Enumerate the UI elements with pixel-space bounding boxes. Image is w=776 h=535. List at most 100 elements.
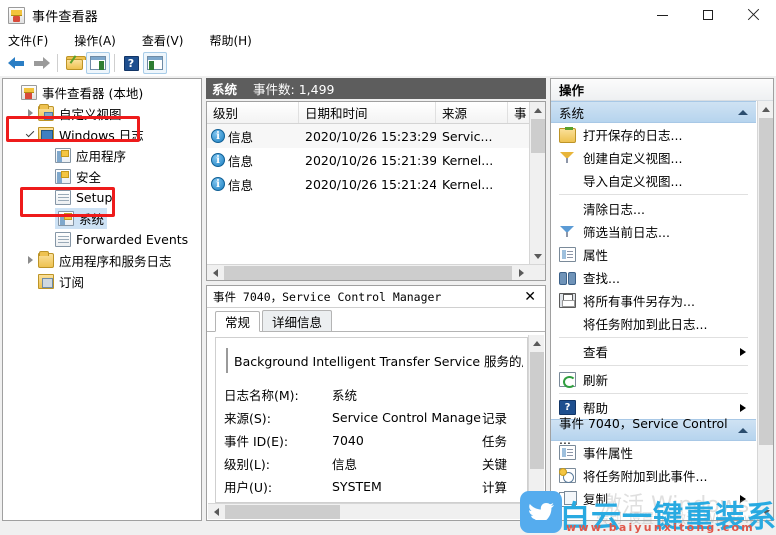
action-group-system[interactable]: 系统 [551, 101, 756, 123]
action-open-saved-log[interactable]: 打开保存的日志... [551, 123, 756, 146]
action-refresh[interactable]: 刷新 [551, 368, 756, 391]
menu-file[interactable]: 文件(F) [8, 32, 48, 49]
submenu-arrow-icon [740, 403, 746, 412]
detail-scroll-down-button[interactable] [529, 487, 545, 503]
column-source[interactable]: 来源 [436, 102, 508, 123]
action-event-properties[interactable]: 事件属性 [551, 441, 756, 464]
help-button[interactable]: ? [119, 52, 143, 74]
menu-help[interactable]: 帮助(H) [209, 32, 251, 49]
tree-item-applications-and-services-logs[interactable]: 应用程序和服务日志 [3, 250, 201, 271]
funnel-yellow-icon [559, 150, 576, 165]
detail-close-button[interactable]: ✕ [524, 289, 536, 305]
action-find[interactable]: 查找... [551, 266, 756, 289]
detail-scrollbar-thumb-h[interactable] [225, 505, 340, 519]
actions-pane-header: 操作 [551, 79, 773, 101]
action-attach-task-to-log[interactable]: 将任务附加到此日志... [551, 312, 756, 335]
tree-item-subscriptions[interactable]: 订阅 [3, 271, 201, 292]
expand-collapse-chevron-icon[interactable] [24, 128, 37, 141]
event-list-horizontal-scrollbar[interactable] [207, 264, 545, 280]
actions-scroll-down-button[interactable] [758, 504, 773, 520]
action-save-all-events-as[interactable]: 将所有事件另存为... [551, 289, 756, 312]
actions-vertical-scrollbar[interactable] [757, 101, 773, 520]
detail-scroll-up-button[interactable] [529, 335, 545, 351]
detail-vertical-scrollbar[interactable] [528, 335, 544, 503]
action-view[interactable]: 查看 [551, 340, 756, 363]
clock-task-icon [559, 468, 576, 483]
maximize-button[interactable] [685, 0, 730, 30]
tree-item-setup[interactable]: Setup [3, 187, 201, 208]
menu-bar: 文件(F) 操作(A) 查看(V) 帮助(H) [0, 30, 776, 50]
tree-item-label: 安全 [76, 170, 102, 185]
tree-item-application[interactable]: 应用程序 [3, 145, 201, 166]
submenu-arrow-icon [740, 494, 746, 503]
event-list-log-name: 系统 [212, 82, 238, 97]
tree-item-event-viewer-local[interactable]: 事件查看器 (本地) [3, 82, 201, 103]
scroll-up-button[interactable] [530, 102, 545, 118]
back-button[interactable] [5, 52, 29, 74]
action-filter-current-log[interactable]: 筛选当前日志... [551, 220, 756, 243]
tree-item-custom-views[interactable]: 自定义视图 [3, 103, 201, 124]
action-create-custom-view[interactable]: 创建自定义视图... [551, 146, 756, 169]
open-saved-log-button[interactable] [62, 52, 86, 74]
tree-item-content: 系统 [55, 208, 108, 229]
event-list-vertical-scrollbar[interactable] [529, 102, 545, 264]
actions-scroll-up-button[interactable] [758, 101, 773, 117]
show-hide-console-tree-button[interactable] [86, 52, 110, 74]
scrollbar-thumb[interactable] [531, 119, 545, 153]
action-icon-placeholder [559, 201, 576, 216]
scroll-down-button[interactable] [530, 248, 545, 264]
detail-horizontal-scrollbar[interactable] [208, 503, 544, 519]
column-level[interactable]: 级别 [207, 102, 299, 123]
close-button[interactable] [730, 0, 776, 30]
field-source: 来源(S): Service Control Manager 记录 [224, 406, 527, 429]
event-list-row[interactable]: i 信息 2020/10/26 15:21:39 Kernel... [207, 148, 545, 172]
console-tree-pane: 事件查看器 (本地) 自定义视图 Windows 日志 应用程序安全 Setup 系统 Fo… [2, 78, 202, 521]
tree-item-label: 应用程序 [76, 149, 127, 164]
menu-view[interactable]: 查看(V) [142, 32, 184, 49]
action-help[interactable]: ? 帮助 [551, 396, 756, 419]
scroll-left-button[interactable] [207, 265, 223, 280]
action-group-event[interactable]: 事件 7040，Service Control ... [551, 416, 756, 447]
minimize-button[interactable] [640, 0, 685, 30]
scrollbar-thumb-h[interactable] [224, 266, 512, 280]
action-copy[interactable]: 复制 [551, 487, 756, 510]
action-import-custom-view[interactable]: 导入自定义视图... [551, 169, 756, 192]
tab-details[interactable]: 详细信息 [262, 310, 333, 331]
detail-scroll-right-button[interactable] [528, 504, 544, 520]
menu-action[interactable]: 操作(A) [74, 32, 116, 49]
actions-scrollbar-thumb[interactable] [759, 118, 773, 445]
chevron-up-icon[interactable] [738, 427, 748, 433]
field-event-id: 事件 ID(E): 7040 任务 [224, 429, 527, 452]
detail-scroll-left-button[interactable] [208, 504, 224, 520]
tree-item-security[interactable]: 安全 [3, 166, 201, 187]
expand-chevron-icon[interactable] [24, 254, 37, 267]
tab-general[interactable]: 常规 [215, 311, 261, 332]
tree-item-label: Windows 日志 [59, 128, 144, 143]
detail-content: Background Intelligent Transfer Service … [215, 337, 528, 503]
action-item-label: 复制 [583, 492, 609, 507]
event-source-cell: Kernel... [442, 176, 494, 192]
expand-chevron-icon[interactable] [24, 107, 37, 120]
tree-item-content: Forwarded Events [55, 232, 188, 247]
actions-list: 系统 打开保存的日志... 创建自定义视图... 导入自定义视图... 清除日志... 筛… [551, 101, 756, 520]
tree-item-forwarded-events[interactable]: Forwarded Events [3, 229, 201, 250]
tree-item-windows-logs[interactable]: Windows 日志 [3, 124, 201, 145]
column-event-id-truncated[interactable]: 事 [508, 102, 530, 123]
action-attach-task-to-event[interactable]: 将任务附加到此事件... [551, 464, 756, 487]
forward-button[interactable] [29, 52, 53, 74]
chevron-up-icon[interactable] [738, 109, 748, 115]
tree-item-system[interactable]: 系统 [3, 208, 201, 229]
event-detail-pane: 事件 7040，Service Control Manager ✕ 常规 详细信… [206, 285, 546, 521]
action-clear-log[interactable]: 清除日志... [551, 197, 756, 220]
action-icon-placeholder [559, 173, 576, 188]
column-date-time[interactable]: 日期和时间 [299, 102, 436, 123]
chevron-up-icon [762, 106, 770, 112]
action-properties[interactable]: 属性 [551, 243, 756, 266]
event-list-row[interactable]: i 信息 2020/10/26 15:23:29 Servic... [207, 124, 545, 148]
event-list-row[interactable]: i 信息 2020/10/26 15:21:24 Kernel... [207, 172, 545, 196]
detail-scrollbar-thumb[interactable] [530, 352, 544, 469]
show-hide-action-pane-button[interactable] [143, 52, 167, 74]
scroll-right-button[interactable] [513, 265, 529, 280]
